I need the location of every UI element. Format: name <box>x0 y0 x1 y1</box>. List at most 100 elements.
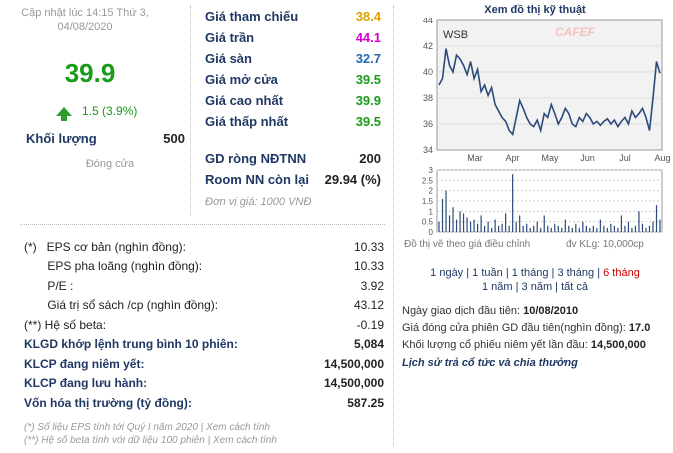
volume-bar <box>571 227 573 232</box>
range-option[interactable]: 1 tháng <box>512 267 549 279</box>
volume-bar <box>603 225 605 232</box>
volume-bar <box>540 227 542 232</box>
range-option[interactable]: 1 tuần <box>472 267 503 279</box>
reference-label: Giá thấp nhất <box>205 114 289 129</box>
financial-value: 10.33 <box>353 239 384 254</box>
financial-row: P/E : 3.92 <box>24 276 384 296</box>
footnote-beta[interactable]: (**) Hệ số beta tính với dữ liệu 100 phi… <box>24 434 277 447</box>
financial-value: 587.25 <box>347 395 384 410</box>
volume-bar <box>596 227 598 232</box>
price-change-value: 1.5 (3.9%) <box>82 104 138 118</box>
volume-bar <box>655 205 658 232</box>
volume-tick-label: 1.5 <box>422 197 434 206</box>
volume-bar <box>536 221 538 232</box>
x-tick-label: Jun <box>580 153 595 163</box>
volume-bar <box>519 215 521 232</box>
volume-bar <box>533 225 535 232</box>
listing-info: Ngày giao dịch đầu tiên: 10/08/2010 Giá đ… <box>402 303 672 354</box>
footnote-eps[interactable]: (*) Số liệu EPS tính tới Quý I năm 2020 … <box>24 421 277 434</box>
dividend-history-link[interactable]: Lịch sử trả cổ tức và chia thưởng <box>402 357 578 369</box>
volume-bar <box>476 223 479 232</box>
volume-bar <box>578 227 580 232</box>
range-option[interactable]: 1 ngày <box>430 267 463 279</box>
reference-row: Giá mở cửa 39.5 <box>205 69 381 90</box>
listing-info-label: Ngày giao dịch đầu tiên: <box>402 305 524 317</box>
volume-bar <box>469 221 472 232</box>
volume-bar <box>638 211 640 232</box>
foreign-row: Room NN còn lại 29.94 (%) <box>205 169 381 190</box>
price-plot-area <box>436 19 663 151</box>
volume-bar <box>498 225 500 232</box>
volume-bar <box>462 213 465 232</box>
volume-bar <box>592 225 594 232</box>
volume-bar <box>564 219 566 232</box>
financial-value: 14,500,000 <box>323 376 384 391</box>
reference-value: 39.5 <box>355 114 381 129</box>
y-tick-label: 42 <box>423 41 433 51</box>
range-option[interactable]: 1 năm <box>482 281 513 293</box>
financial-row: (**) Hệ số beta: -0.19 <box>24 315 384 335</box>
volume-bar <box>505 213 507 232</box>
range-row: 1 năm | 3 năm | tất cả <box>400 280 670 294</box>
volume-bar <box>568 225 570 232</box>
volume-bar <box>627 221 630 232</box>
financial-value: 5,084 <box>353 337 384 352</box>
financial-value: 14,500,000 <box>323 356 384 371</box>
y-tick-label: 38 <box>423 93 433 103</box>
range-row: 1 ngày | 1 tuần | 1 tháng | 3 tháng | 6 … <box>400 266 670 280</box>
divider <box>393 6 394 446</box>
volume-bar <box>452 207 454 232</box>
reference-label: Giá sàn <box>205 51 252 66</box>
volume-bar <box>575 223 577 232</box>
volume-bar <box>491 227 493 232</box>
volume-bar <box>543 215 545 232</box>
listing-info-label: Khối lượng cổ phiếu niêm yết lần đầu: <box>402 339 591 351</box>
volume-label: Khối lượng <box>26 131 97 146</box>
financial-value: -0.19 <box>356 317 384 332</box>
technical-chart-link[interactable]: Xem đồ thị kỹ thuật <box>400 4 670 16</box>
price-unit: Đơn vị giá: 1000 VNĐ <box>205 196 312 208</box>
financial-row: KLGD khớp lệnh trung bình 10 phiên: 5,084 <box>24 335 384 355</box>
listing-info-value: 10/08/2010 <box>523 305 579 317</box>
footnotes: (*) Số liệu EPS tính tới Quý I năm 2020 … <box>24 421 277 447</box>
volume-bar <box>455 219 458 232</box>
arrow-up-icon <box>56 106 72 121</box>
y-tick-label: 34 <box>423 145 433 155</box>
price-change: 1.5 (3.9%) <box>56 104 138 121</box>
volume-bar <box>494 219 496 232</box>
listing-info-value: 14,500,000 <box>590 339 646 351</box>
volume-bar <box>631 227 633 232</box>
volume-bar <box>624 225 626 232</box>
listing-info-row: Khối lượng cổ phiếu niêm yết lần đầu: 14… <box>402 337 672 354</box>
x-tick-label: Mar <box>467 153 483 163</box>
volume-bar <box>659 219 661 232</box>
volume-tick-label: 2.5 <box>422 176 434 185</box>
watermark: CAFEF <box>555 25 596 39</box>
volume-bar <box>554 223 556 232</box>
financial-label: KLCP đang lưu hành: <box>24 376 148 391</box>
volume-bar <box>645 227 647 232</box>
volume-bar <box>501 223 503 232</box>
range-option[interactable]: tất cả <box>561 281 588 293</box>
market-status: Đóng cửa <box>85 158 135 170</box>
volume-bar <box>459 211 461 232</box>
reference-value: 39.5 <box>355 72 381 87</box>
range-option[interactable]: 6 tháng <box>603 267 640 279</box>
financial-row: (*) EPS cơ bản (nghìn đồng): 10.33 <box>24 237 384 257</box>
volume-bar <box>522 225 524 232</box>
range-option[interactable]: 3 tháng <box>557 267 594 279</box>
foreign-label: GD ròng NĐTNN <box>205 151 307 166</box>
reference-value: 44.1 <box>355 30 381 45</box>
price-chart[interactable]: 444240383634WSB CAFEFMar Apr May Jun Jul Aug32… <box>400 18 672 240</box>
range-option[interactable]: 3 năm <box>522 281 553 293</box>
last-updated: Cập nhật lúc 14:15 Thứ 3, 04/08/2020 <box>21 7 149 33</box>
volume-bar <box>589 227 591 232</box>
volume-bar <box>441 198 444 232</box>
financial-label: Vốn hóa thị trường (tỷ đồng): <box>24 395 192 410</box>
volume-bar <box>438 221 440 232</box>
volume-bar <box>515 221 517 232</box>
financial-label: KLGD khớp lệnh trung bình 10 phiên: <box>24 337 238 352</box>
volume-bar <box>487 221 489 232</box>
financial-label: EPS pha loãng (nghìn đồng): <box>24 259 203 274</box>
foreign-value: 200 <box>359 151 381 166</box>
